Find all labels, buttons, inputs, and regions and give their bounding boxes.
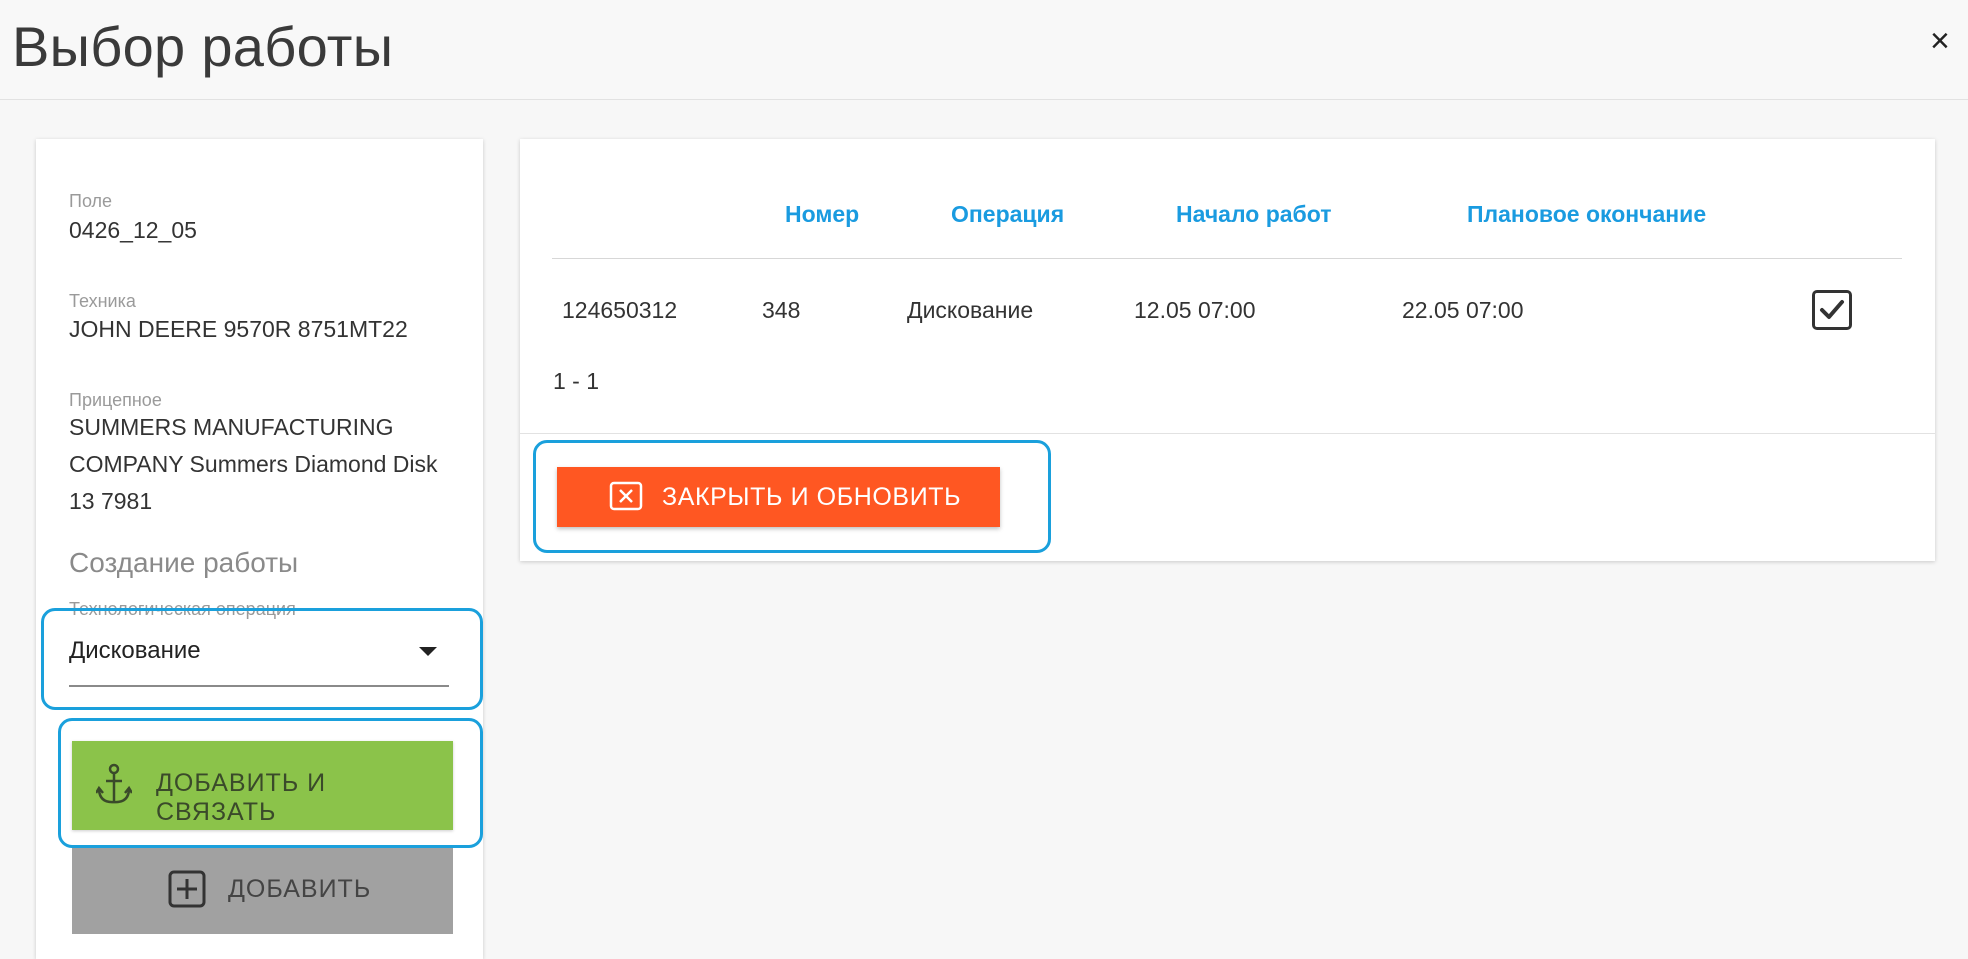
row-checkbox[interactable]: [1812, 290, 1852, 330]
table-header-divider: [552, 258, 1902, 259]
cell-number: 348: [762, 297, 801, 323]
cell-start: 12.05 07:00: [1134, 297, 1256, 323]
dialog-header: Выбор работы ×: [0, 0, 1968, 100]
cell-operation: Дискование: [907, 297, 1034, 323]
close-and-refresh-button[interactable]: ЗАКРЫТЬ И ОБНОВИТЬ: [557, 467, 1000, 527]
field-value: 0426_12_05: [69, 217, 197, 243]
operation-select-label: Технологическая операция: [69, 599, 296, 619]
pagination-range: 1 - 1: [553, 368, 600, 394]
checkmark-icon: [1820, 300, 1844, 319]
create-work-title: Создание работы: [69, 547, 299, 578]
anchor-icon: [94, 763, 134, 812]
close-and-refresh-button-label: ЗАКРЫТЬ И ОБНОВИТЬ: [662, 483, 962, 511]
add-and-link-button[interactable]: ДОБАВИТЬ И СВЯЗАТЬ: [72, 741, 453, 830]
column-header-number[interactable]: Номер: [785, 201, 859, 228]
add-button-label: ДОБАВИТЬ: [228, 875, 372, 903]
column-header-start[interactable]: Начало работ: [1176, 201, 1332, 228]
column-header-operation[interactable]: Операция: [951, 201, 1064, 228]
plus-box-icon: [168, 870, 206, 913]
machine-value: JOHN DEERE 9570R 8751MT22: [69, 316, 408, 342]
field-label: Поле: [69, 191, 113, 211]
operation-select[interactable]: Дискование: [69, 625, 449, 687]
add-button[interactable]: ДОБАВИТЬ: [72, 848, 453, 934]
implement-value: SUMMERS MANUFACTURING COMPANY Summers Di…: [69, 414, 438, 514]
card-footer-divider: [520, 433, 1935, 434]
dialog-title: Выбор работы: [12, 15, 394, 78]
close-icon[interactable]: ×: [1930, 24, 1950, 58]
column-header-planned-end[interactable]: Плановое окончание: [1467, 201, 1706, 228]
work-info-panel: Поле 0426_12_05 Техника JOHN DEERE 9570R…: [36, 139, 483, 959]
works-table-panel: Номер Операция Начало работ Плановое око…: [520, 139, 1935, 561]
dropdown-arrow-icon: [419, 647, 437, 656]
operation-select-value: Дискование: [69, 637, 201, 664]
cell-id: 124650312: [562, 297, 678, 323]
close-box-icon: [609, 481, 643, 516]
cell-planned-end: 22.05 07:00: [1402, 297, 1524, 323]
machine-label: Техника: [69, 291, 136, 311]
add-and-link-button-label: ДОБАВИТЬ И СВЯЗАТЬ: [156, 769, 327, 826]
implement-label: Прицепное: [69, 390, 162, 410]
